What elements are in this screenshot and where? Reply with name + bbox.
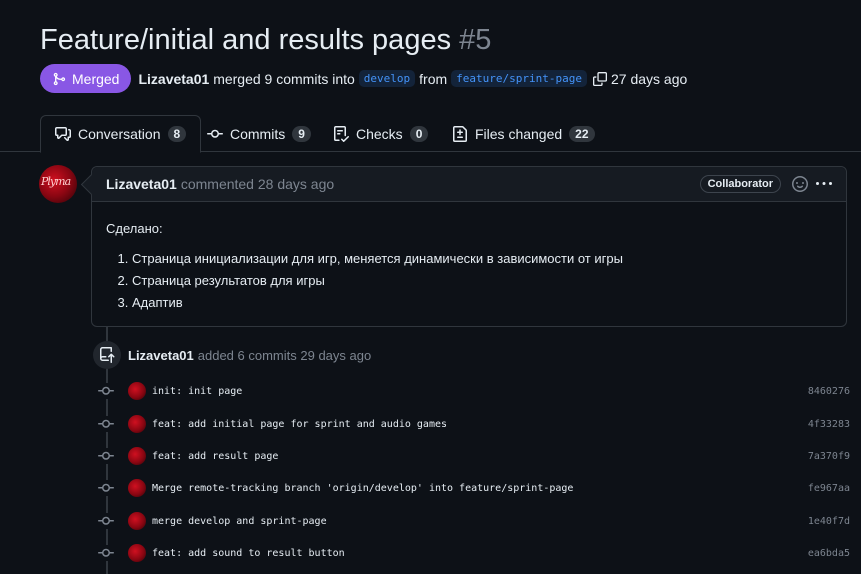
commit-message[interactable]: feat: add result page xyxy=(152,451,278,462)
commit-message[interactable]: feat: add initial page for sprint and au… xyxy=(152,419,447,430)
status-badge: Merged xyxy=(40,64,132,93)
collaborator-badge: Collaborator xyxy=(699,175,781,193)
comment-body: Сделано: Страница инициализации для игр,… xyxy=(92,202,846,337)
event-text: added 6 commits 29 days ago xyxy=(197,347,372,363)
commit-row: feat: add initial page for sprint and au… xyxy=(98,415,850,433)
comment-author[interactable]: Lizaveta01 xyxy=(106,176,177,192)
pr-number: #5 xyxy=(459,24,492,56)
comment-discussion-icon xyxy=(55,127,71,141)
commit-sha[interactable]: 7a370f9 xyxy=(808,451,850,462)
list-item: Страница инициализации для игр, меняется… xyxy=(132,252,832,266)
tab-counter: 22 xyxy=(569,125,595,142)
git-commit-icon xyxy=(98,513,114,529)
tab-checks[interactable]: Checks 0 xyxy=(319,115,442,152)
checklist-icon xyxy=(334,125,349,142)
commit-message[interactable]: feat: add sound to result button xyxy=(152,548,345,559)
commit-message[interactable]: merge develop and sprint-page xyxy=(152,516,327,527)
comment-action: commented 28 days ago xyxy=(180,176,335,192)
commit-message[interactable]: Merge remote-tracking branch 'origin/dev… xyxy=(152,483,573,494)
commit-message[interactable]: init: init page xyxy=(152,386,242,397)
avatar[interactable] xyxy=(128,382,146,400)
avatar[interactable] xyxy=(128,512,146,530)
repo-push-icon xyxy=(100,347,115,363)
time-ago: 27 days ago xyxy=(611,70,688,87)
commit-sha[interactable]: 4f33283 xyxy=(808,419,850,430)
tab-label: Conversation xyxy=(78,126,161,142)
tab-conversation[interactable]: Conversation 8 xyxy=(40,115,202,153)
git-commit-icon xyxy=(207,129,223,138)
event-author[interactable]: Lizaveta01 xyxy=(128,348,194,363)
head-branch[interactable]: feature/sprint-page xyxy=(451,70,587,87)
commit-sha[interactable]: 8460276 xyxy=(808,386,850,397)
commit-row: feat: add sound to result button ea6bda5 xyxy=(98,544,850,562)
avatar[interactable] xyxy=(128,415,146,433)
git-commit-icon xyxy=(98,383,114,399)
commit-sha[interactable]: fe967aa xyxy=(808,483,850,494)
pr-title: Feature/initial and results pages xyxy=(40,24,452,56)
page-title: Feature/initial and results pages #5 xyxy=(40,24,491,57)
tab-files-changed[interactable]: Files changed 22 xyxy=(438,115,609,152)
status-label: Merged xyxy=(72,70,120,87)
pr-tabs: Conversation 8 Commits 9 Checks 0 Files … xyxy=(0,115,861,153)
commit-row: init: init page 8460276 xyxy=(98,382,850,400)
avatar[interactable] xyxy=(128,544,146,562)
tab-counter: 0 xyxy=(409,125,429,142)
commit-row: Merge remote-tracking branch 'origin/dev… xyxy=(98,479,850,497)
avatar[interactable] xyxy=(128,447,146,465)
avatar-text: Plyma xyxy=(41,175,71,188)
git-commit-icon xyxy=(98,545,114,561)
comment-header: Lizaveta01 commented 28 days ago Collabo… xyxy=(92,167,846,202)
commit-sha[interactable]: ea6bda5 xyxy=(808,548,850,559)
copy-icon[interactable] xyxy=(593,71,607,86)
author-link[interactable]: Lizaveta01 xyxy=(138,71,209,87)
tab-counter: 8 xyxy=(167,126,187,142)
kebab-horizontal-icon[interactable] xyxy=(816,176,832,192)
git-commit-icon xyxy=(98,448,114,464)
base-branch[interactable]: develop xyxy=(358,70,416,87)
commit-row: merge develop and sprint-page 1e40f7d xyxy=(98,512,850,530)
tab-commits[interactable]: Commits 9 xyxy=(193,115,325,152)
tab-label: Checks xyxy=(356,125,403,142)
smiley-icon[interactable] xyxy=(792,176,808,192)
tab-counter: 9 xyxy=(292,125,311,142)
merge-text: merged 9 commits into xyxy=(213,70,355,87)
pr-meta: Merged Lizaveta01 merged 9 commits into … xyxy=(40,64,687,93)
commit-row: feat: add result page 7a370f9 xyxy=(98,447,850,465)
avatar[interactable] xyxy=(128,479,146,497)
comment-intro: Сделано: xyxy=(106,221,163,236)
tab-label: Commits xyxy=(230,125,286,142)
comment-box: Lizaveta01 commented 28 days ago Collabo… xyxy=(91,166,847,327)
event-icon-wrap xyxy=(93,341,121,369)
from-text: from xyxy=(419,70,448,87)
git-merge-icon xyxy=(53,72,66,85)
git-commit-icon xyxy=(98,416,114,432)
list-item: Страница результатов для игры xyxy=(132,274,832,288)
git-commit-icon xyxy=(98,480,114,496)
commits-event: Lizaveta01 added 6 commits 29 days ago xyxy=(93,341,371,369)
avatar[interactable]: Plyma xyxy=(39,165,77,203)
list-item: Адаптив xyxy=(132,296,832,310)
file-diff-icon xyxy=(453,125,467,142)
comment-list: Страница инициализации для игр, меняется… xyxy=(106,252,832,310)
commit-sha[interactable]: 1e40f7d xyxy=(808,516,850,527)
tab-label: Files changed xyxy=(475,125,563,142)
